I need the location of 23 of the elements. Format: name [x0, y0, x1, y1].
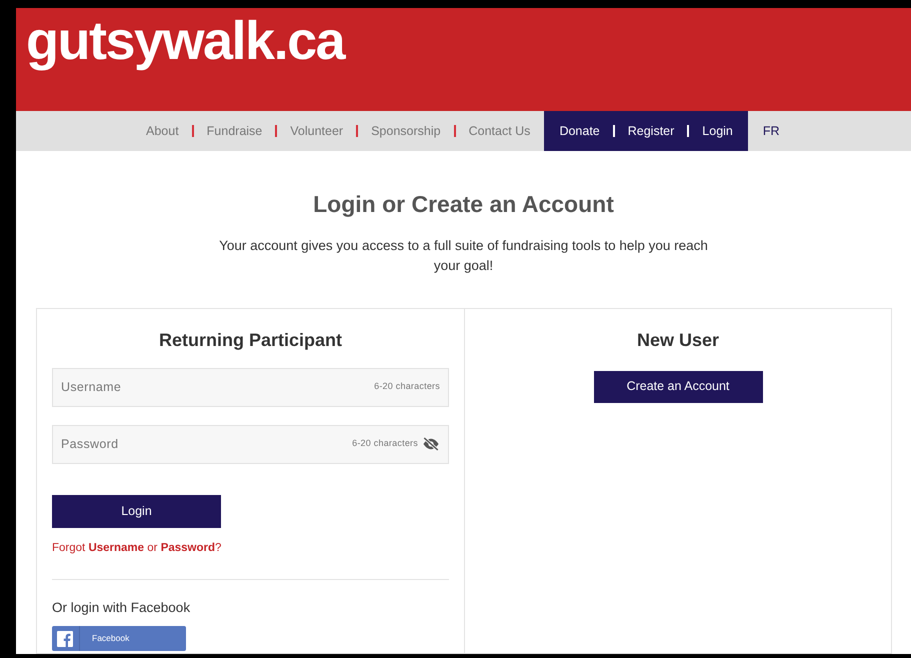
nav-link[interactable]: Contact Us [468, 122, 530, 140]
nav-link[interactable]: Volunteer [290, 122, 344, 140]
section-title: New User [636, 328, 720, 352]
facebook-icon [57, 630, 73, 646]
site-logo[interactable]: gutsywalk.ca [26, 11, 344, 71]
forgot-credentials-link[interactable]: Forgot Username or Password? [52, 540, 449, 557]
nav-link[interactable]: Login [702, 122, 733, 140]
nav-link[interactable]: Sponsorship [371, 122, 441, 140]
page-title: Login or Create an Account [313, 190, 614, 219]
input-field[interactable]: Password [52, 424, 352, 464]
nav-link[interactable]: About [146, 122, 179, 140]
section-title: Returning Participant [158, 328, 343, 352]
facebook-button[interactable]: Facebook [52, 626, 186, 651]
create-account-button[interactable]: Create an Account [594, 370, 762, 402]
nav-link[interactable]: Donate [559, 122, 600, 140]
intro-text: Your account gives you access to a full suite of fundraising tools to help you reach your goal! [218, 236, 709, 275]
social-login-label: Or login with Facebook [52, 598, 192, 617]
nav-link[interactable]: Register [628, 122, 674, 140]
language-link[interactable]: FR [762, 122, 780, 140]
eye-slash-icon[interactable] [422, 424, 449, 464]
login-button[interactable]: Login [52, 494, 221, 528]
character-hint: 6-20 characters [352, 424, 422, 464]
nav-link[interactable]: Fundraise [206, 122, 262, 140]
